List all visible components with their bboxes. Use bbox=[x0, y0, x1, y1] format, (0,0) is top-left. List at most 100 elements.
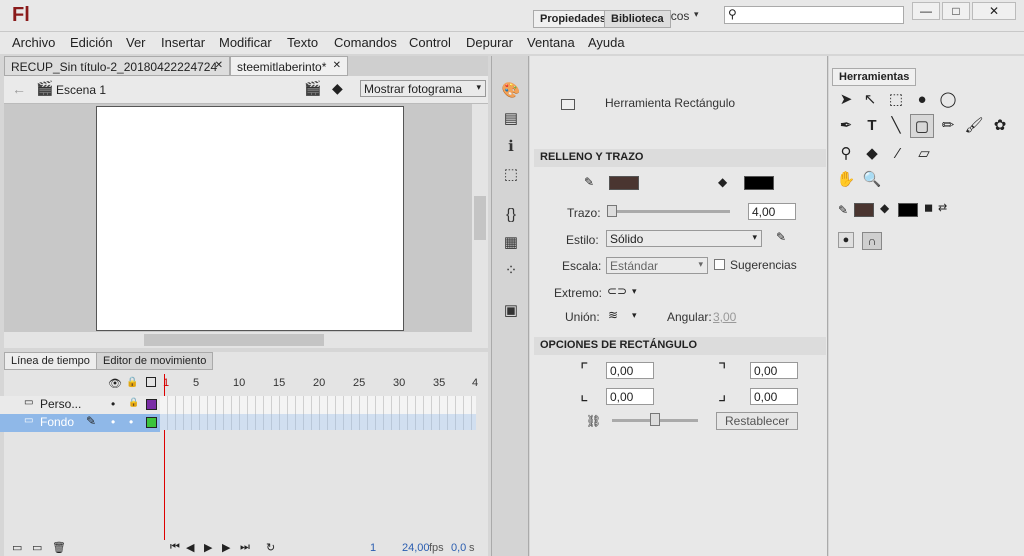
info-icon[interactable]: ℹ bbox=[500, 136, 522, 158]
frames-selected-row[interactable] bbox=[160, 414, 476, 430]
maximize-button[interactable]: □ bbox=[942, 2, 970, 20]
menu-depurar[interactable]: Depurar bbox=[466, 35, 513, 50]
corner-bl-input[interactable]: 0,00 bbox=[606, 388, 654, 405]
layer-color-swatch[interactable] bbox=[146, 399, 157, 410]
menu-edicion[interactable]: Edición bbox=[70, 35, 113, 50]
scroll-thumb[interactable] bbox=[474, 196, 486, 240]
visible-dot[interactable]: • bbox=[111, 397, 115, 411]
project-icon[interactable]: ▣ bbox=[500, 300, 522, 322]
corner-tr-input[interactable]: 0,00 bbox=[750, 362, 798, 379]
eraser-tool-icon[interactable]: ▱ bbox=[912, 142, 936, 166]
stroke-color-swatch[interactable] bbox=[609, 176, 639, 190]
zoom-tool-icon[interactable]: 🔍 bbox=[860, 168, 884, 192]
trazo-slider[interactable] bbox=[610, 210, 730, 213]
corner-br-input[interactable]: 0,00 bbox=[750, 388, 798, 405]
tools-stroke-swatch[interactable] bbox=[854, 203, 874, 217]
free-transform-tool-icon[interactable]: ⬚ bbox=[884, 88, 908, 112]
trash-icon[interactable]: 🗑 bbox=[52, 541, 66, 554]
menu-comandos[interactable]: Comandos bbox=[334, 35, 397, 50]
chevron-down-icon[interactable]: ▾ bbox=[694, 9, 699, 20]
estilo-select[interactable]: Sólido ▾ bbox=[606, 230, 762, 247]
tab-properties[interactable]: Propiedades bbox=[533, 10, 614, 28]
close-icon[interactable]: ✕ bbox=[333, 60, 341, 71]
close-button[interactable]: ✕ bbox=[972, 2, 1016, 20]
components-icon[interactable]: ▦ bbox=[500, 232, 522, 254]
menu-modificar[interactable]: Modificar bbox=[219, 35, 272, 50]
snap-magnet-icon[interactable]: ∩ bbox=[862, 232, 882, 250]
layer-row[interactable]: ▭ Perso... • 🔒 bbox=[0, 396, 160, 414]
pencil-tool-icon[interactable]: ✏ bbox=[936, 114, 960, 138]
minimize-button[interactable]: — bbox=[912, 2, 940, 20]
subselection-tool-icon[interactable]: ↖ bbox=[858, 88, 882, 112]
play-icon[interactable]: ▶ bbox=[204, 541, 212, 554]
default-colors-icon[interactable]: ◼ bbox=[924, 201, 933, 214]
fps-value[interactable]: 24,00 bbox=[402, 542, 430, 554]
tools-fill-swatch[interactable] bbox=[898, 203, 918, 217]
new-layer-icon[interactable]: ▭ bbox=[12, 541, 22, 554]
scroll-thumb[interactable] bbox=[144, 334, 324, 346]
slider-thumb[interactable] bbox=[650, 413, 660, 426]
eyedropper-tool-icon[interactable]: ⁄ bbox=[886, 142, 910, 166]
brush-tool-icon[interactable]: 🖌 bbox=[962, 114, 986, 138]
lock-icon[interactable]: 🔒 bbox=[128, 397, 139, 408]
line-tool-icon[interactable]: ╲ bbox=[884, 114, 908, 138]
align-icon[interactable]: ▤ bbox=[500, 108, 522, 130]
doc-tab-steemit[interactable]: steemitlaberinto* ✕ bbox=[230, 56, 348, 76]
hand-tool-icon[interactable]: ✋ bbox=[834, 168, 858, 192]
join-icon[interactable]: ≋ bbox=[608, 308, 618, 322]
doc-tab-recup[interactable]: RECUP_Sin título-2_20180422224724 ✕ bbox=[4, 56, 230, 76]
menu-ventana[interactable]: Ventana bbox=[527, 35, 575, 50]
eye-icon[interactable]: 👁 bbox=[108, 377, 122, 390]
stage-canvas[interactable] bbox=[96, 106, 404, 331]
corner-tl-input[interactable]: 0,00 bbox=[606, 362, 654, 379]
zoom-select[interactable]: Mostrar fotograma ▾ bbox=[360, 80, 486, 97]
paint-bucket-tool-icon[interactable]: ◆ bbox=[860, 142, 884, 166]
menu-insertar[interactable]: Insertar bbox=[161, 35, 205, 50]
motion-presets-icon[interactable]: ⁘ bbox=[500, 260, 522, 282]
sugerencias-checkbox[interactable] bbox=[714, 259, 725, 270]
menu-control[interactable]: Control bbox=[409, 35, 451, 50]
close-icon[interactable]: ✕ bbox=[215, 60, 223, 71]
palette-icon[interactable]: 🎨 bbox=[500, 80, 522, 102]
lock-dot[interactable]: • bbox=[129, 415, 133, 429]
menu-texto[interactable]: Texto bbox=[287, 35, 318, 50]
back-arrow-icon[interactable]: ← bbox=[12, 81, 26, 97]
fill-color-swatch[interactable] bbox=[744, 176, 774, 190]
code-icon[interactable]: {} bbox=[500, 204, 522, 226]
lock-icon[interactable]: 🔒 bbox=[126, 377, 138, 388]
layer-color-swatch[interactable] bbox=[146, 417, 157, 428]
object-drawing-icon[interactable]: ● bbox=[838, 232, 854, 248]
search-input[interactable]: ⚲ bbox=[724, 6, 904, 24]
vertical-scrollbar[interactable] bbox=[472, 104, 488, 332]
section-rectangle[interactable]: OPCIONES DE RECTÁNGULO bbox=[534, 337, 826, 355]
timeline-ruler[interactable]: 1 5 10 15 20 25 30 35 4 bbox=[160, 374, 478, 394]
swap-colors-icon[interactable]: ⇄ bbox=[938, 201, 947, 214]
angular-value[interactable]: 3,00 bbox=[713, 310, 736, 324]
layer-row-selected[interactable]: ▭ Fondo ✎ • • bbox=[0, 414, 160, 432]
chevron-down-icon[interactable]: ▾ bbox=[632, 286, 637, 297]
horizontal-scrollbar[interactable] bbox=[4, 332, 488, 348]
next-frame-icon[interactable]: ▶ bbox=[222, 541, 230, 554]
bone-tool-icon[interactable]: ⚲ bbox=[834, 142, 858, 166]
tab-motion-editor[interactable]: Editor de movimiento bbox=[96, 352, 214, 370]
reset-button[interactable]: Restablecer bbox=[716, 412, 798, 430]
last-frame-icon[interactable]: ⏭ bbox=[240, 541, 250, 554]
new-folder-icon[interactable]: ▭ bbox=[32, 541, 42, 554]
edit-symbols-icon[interactable]: ◆ bbox=[332, 80, 343, 97]
link-icon[interactable]: ⛓ bbox=[586, 414, 601, 428]
decorate-tool-icon[interactable]: ✿ bbox=[988, 114, 1012, 138]
first-frame-icon[interactable]: ⏮ bbox=[170, 541, 180, 554]
menu-archivo[interactable]: Archivo bbox=[12, 35, 55, 50]
edit-scene-icon[interactable]: 🎬 bbox=[304, 80, 321, 97]
trazo-input[interactable]: 4,00 bbox=[748, 203, 796, 220]
3d-rotation-tool-icon[interactable]: ● bbox=[910, 88, 934, 112]
lasso-tool-icon[interactable]: ◯ bbox=[936, 88, 960, 112]
menu-ayuda[interactable]: Ayuda bbox=[588, 35, 625, 50]
prev-frame-icon[interactable]: ◀ bbox=[186, 541, 194, 554]
transform-icon[interactable]: ⬚ bbox=[500, 164, 522, 186]
tab-library[interactable]: Biblioteca bbox=[604, 10, 671, 28]
chevron-down-icon[interactable]: ▾ bbox=[632, 310, 637, 321]
menu-ver[interactable]: Ver bbox=[126, 35, 146, 50]
pencil-edit-icon[interactable]: ✎ bbox=[776, 230, 786, 244]
text-tool-icon[interactable]: T bbox=[860, 114, 884, 138]
